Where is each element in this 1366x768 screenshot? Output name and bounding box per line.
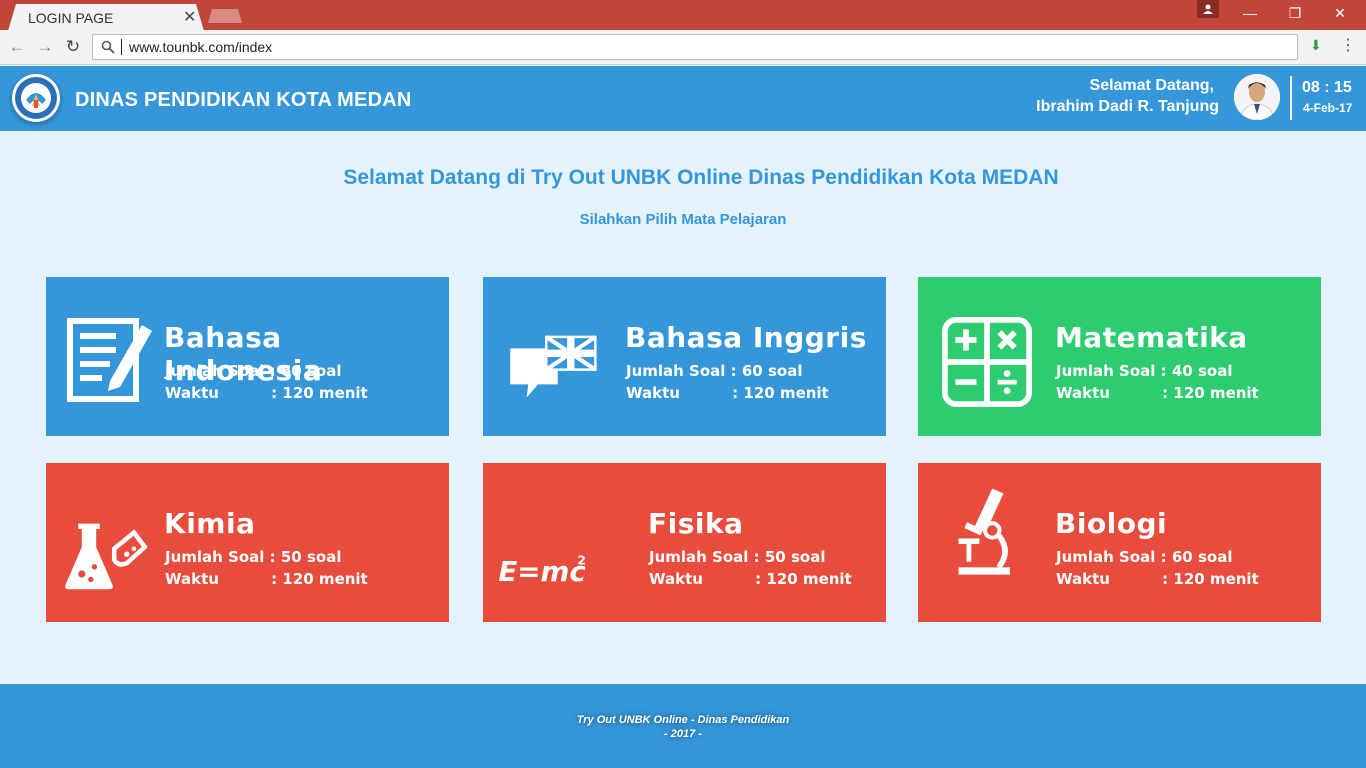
subject-title: Biologi — [1055, 507, 1168, 540]
subject-title: Fisika — [648, 507, 744, 540]
subject-card-biologi[interactable]: Biologi Jumlah Soal : 60 soal Waktu : 12… — [918, 463, 1321, 622]
address-bar[interactable]: www.tounbk.com/index — [92, 34, 1298, 60]
subject-duration: Waktu : 120 menit — [649, 570, 852, 588]
tab-title: LOGIN PAGE — [28, 10, 114, 26]
subject-duration: Waktu : 120 menit — [1056, 384, 1259, 402]
subject-question-count: Jumlah Soal : 50 soal — [649, 548, 826, 566]
text-caret — [121, 39, 122, 55]
user-name: Ibrahim Dadi R. Tanjung — [1036, 98, 1219, 115]
subject-question-count: Jumlah Soal : 60 soal — [165, 362, 342, 380]
microscope-icon — [958, 488, 1010, 575]
subject-question-count: Jumlah Soal : 50 soal — [165, 548, 342, 566]
browser-tab[interactable]: LOGIN PAGE ✕ — [8, 4, 204, 31]
avatar[interactable] — [1234, 74, 1280, 120]
reload-icon[interactable]: ↻ — [62, 36, 84, 58]
subject-card-matematika[interactable]: Matematika Jumlah Soal : 40 soal Waktu :… — [918, 277, 1321, 436]
emc2-formula-icon: E=mc 2 — [498, 553, 586, 589]
download-icon[interactable]: ⬇ — [1310, 37, 1322, 54]
tab-close-icon[interactable]: ✕ — [183, 7, 196, 27]
minimize-button[interactable]: — — [1230, 3, 1270, 23]
subject-card-fisika[interactable]: E=mc 2 Fisika Jumlah Soal : 50 soal Wakt… — [483, 463, 886, 622]
subject-card-bahasa-inggris[interactable]: Bahasa Inggris Jumlah Soal : 60 soal Wak… — [483, 277, 886, 436]
subject-duration: Waktu : 120 menit — [626, 384, 829, 402]
forward-icon[interactable]: → — [34, 36, 56, 58]
browser-titlebar: LOGIN PAGE ✕ — ❐ ✕ — [0, 0, 1366, 31]
page-subheading: Silahkan Pilih Mata Pelajaran — [579, 211, 787, 228]
subject-title: Matematika — [1055, 321, 1248, 354]
subject-duration: Waktu : 120 menit — [165, 570, 368, 588]
back-icon[interactable]: ← — [6, 36, 28, 58]
page-heading: Selamat Datang di Try Out UNBK Online Di… — [343, 166, 1059, 189]
chemistry-flask-icon — [65, 523, 148, 590]
greeting-text: Selamat Datang, — [1089, 77, 1214, 94]
subject-question-count: Jumlah Soal : 40 soal — [1056, 362, 1233, 380]
subject-title: Kimia — [164, 507, 256, 540]
date: 4-Feb-17 — [1303, 101, 1353, 115]
browser-toolbar: ← → ↻ www.tounbk.com/index ⬇ ⋮ — [0, 30, 1366, 65]
subject-question-count: Jumlah Soal : 60 soal — [1056, 548, 1233, 566]
site-footer: Try Out UNBK Online - Dinas Pendidikan -… — [0, 684, 1366, 768]
subject-card-kimia[interactable]: Kimia Jumlah Soal : 50 soal Waktu : 120 … — [46, 463, 449, 622]
speech-bubble-flag-icon — [510, 335, 597, 398]
search-icon — [101, 40, 115, 54]
close-window-button[interactable]: ✕ — [1320, 3, 1360, 23]
new-tab-button[interactable] — [208, 9, 242, 23]
restore-button[interactable]: ❐ — [1275, 3, 1315, 23]
footer-text: Try Out UNBK Online - Dinas Pendidikan — [576, 714, 790, 726]
footer-year: - 2017 - — [664, 728, 702, 740]
subject-duration: Waktu : 120 menit — [1056, 570, 1259, 588]
subject-duration: Waktu : 120 menit — [165, 384, 368, 402]
site-header: DINAS PENDIDIKAN KOTA MEDAN Selamat Data… — [0, 66, 1366, 131]
subject-question-count: Jumlah Soal : 60 soal — [626, 362, 803, 380]
url-text[interactable]: www.tounbk.com/index — [129, 39, 272, 55]
calculator-operators-icon — [942, 317, 1032, 407]
document-pencil-icon — [67, 318, 152, 402]
profile-icon[interactable] — [1197, 0, 1219, 18]
menu-icon[interactable]: ⋮ — [1340, 35, 1356, 55]
svg-text:E=mc: E=mc — [498, 555, 586, 588]
header-divider — [1290, 76, 1292, 120]
site-title: DINAS PENDIDIKAN KOTA MEDAN — [75, 89, 412, 111]
clock: 08 : 15 — [1302, 79, 1352, 96]
subject-card-bahasa-indonesia[interactable]: Bahasa Indonesia Jumlah Soal : 60 soal W… — [46, 277, 449, 436]
svg-text:2: 2 — [577, 553, 586, 568]
tut-wuri-logo — [12, 74, 60, 122]
subject-title: Bahasa Inggris — [625, 321, 867, 354]
